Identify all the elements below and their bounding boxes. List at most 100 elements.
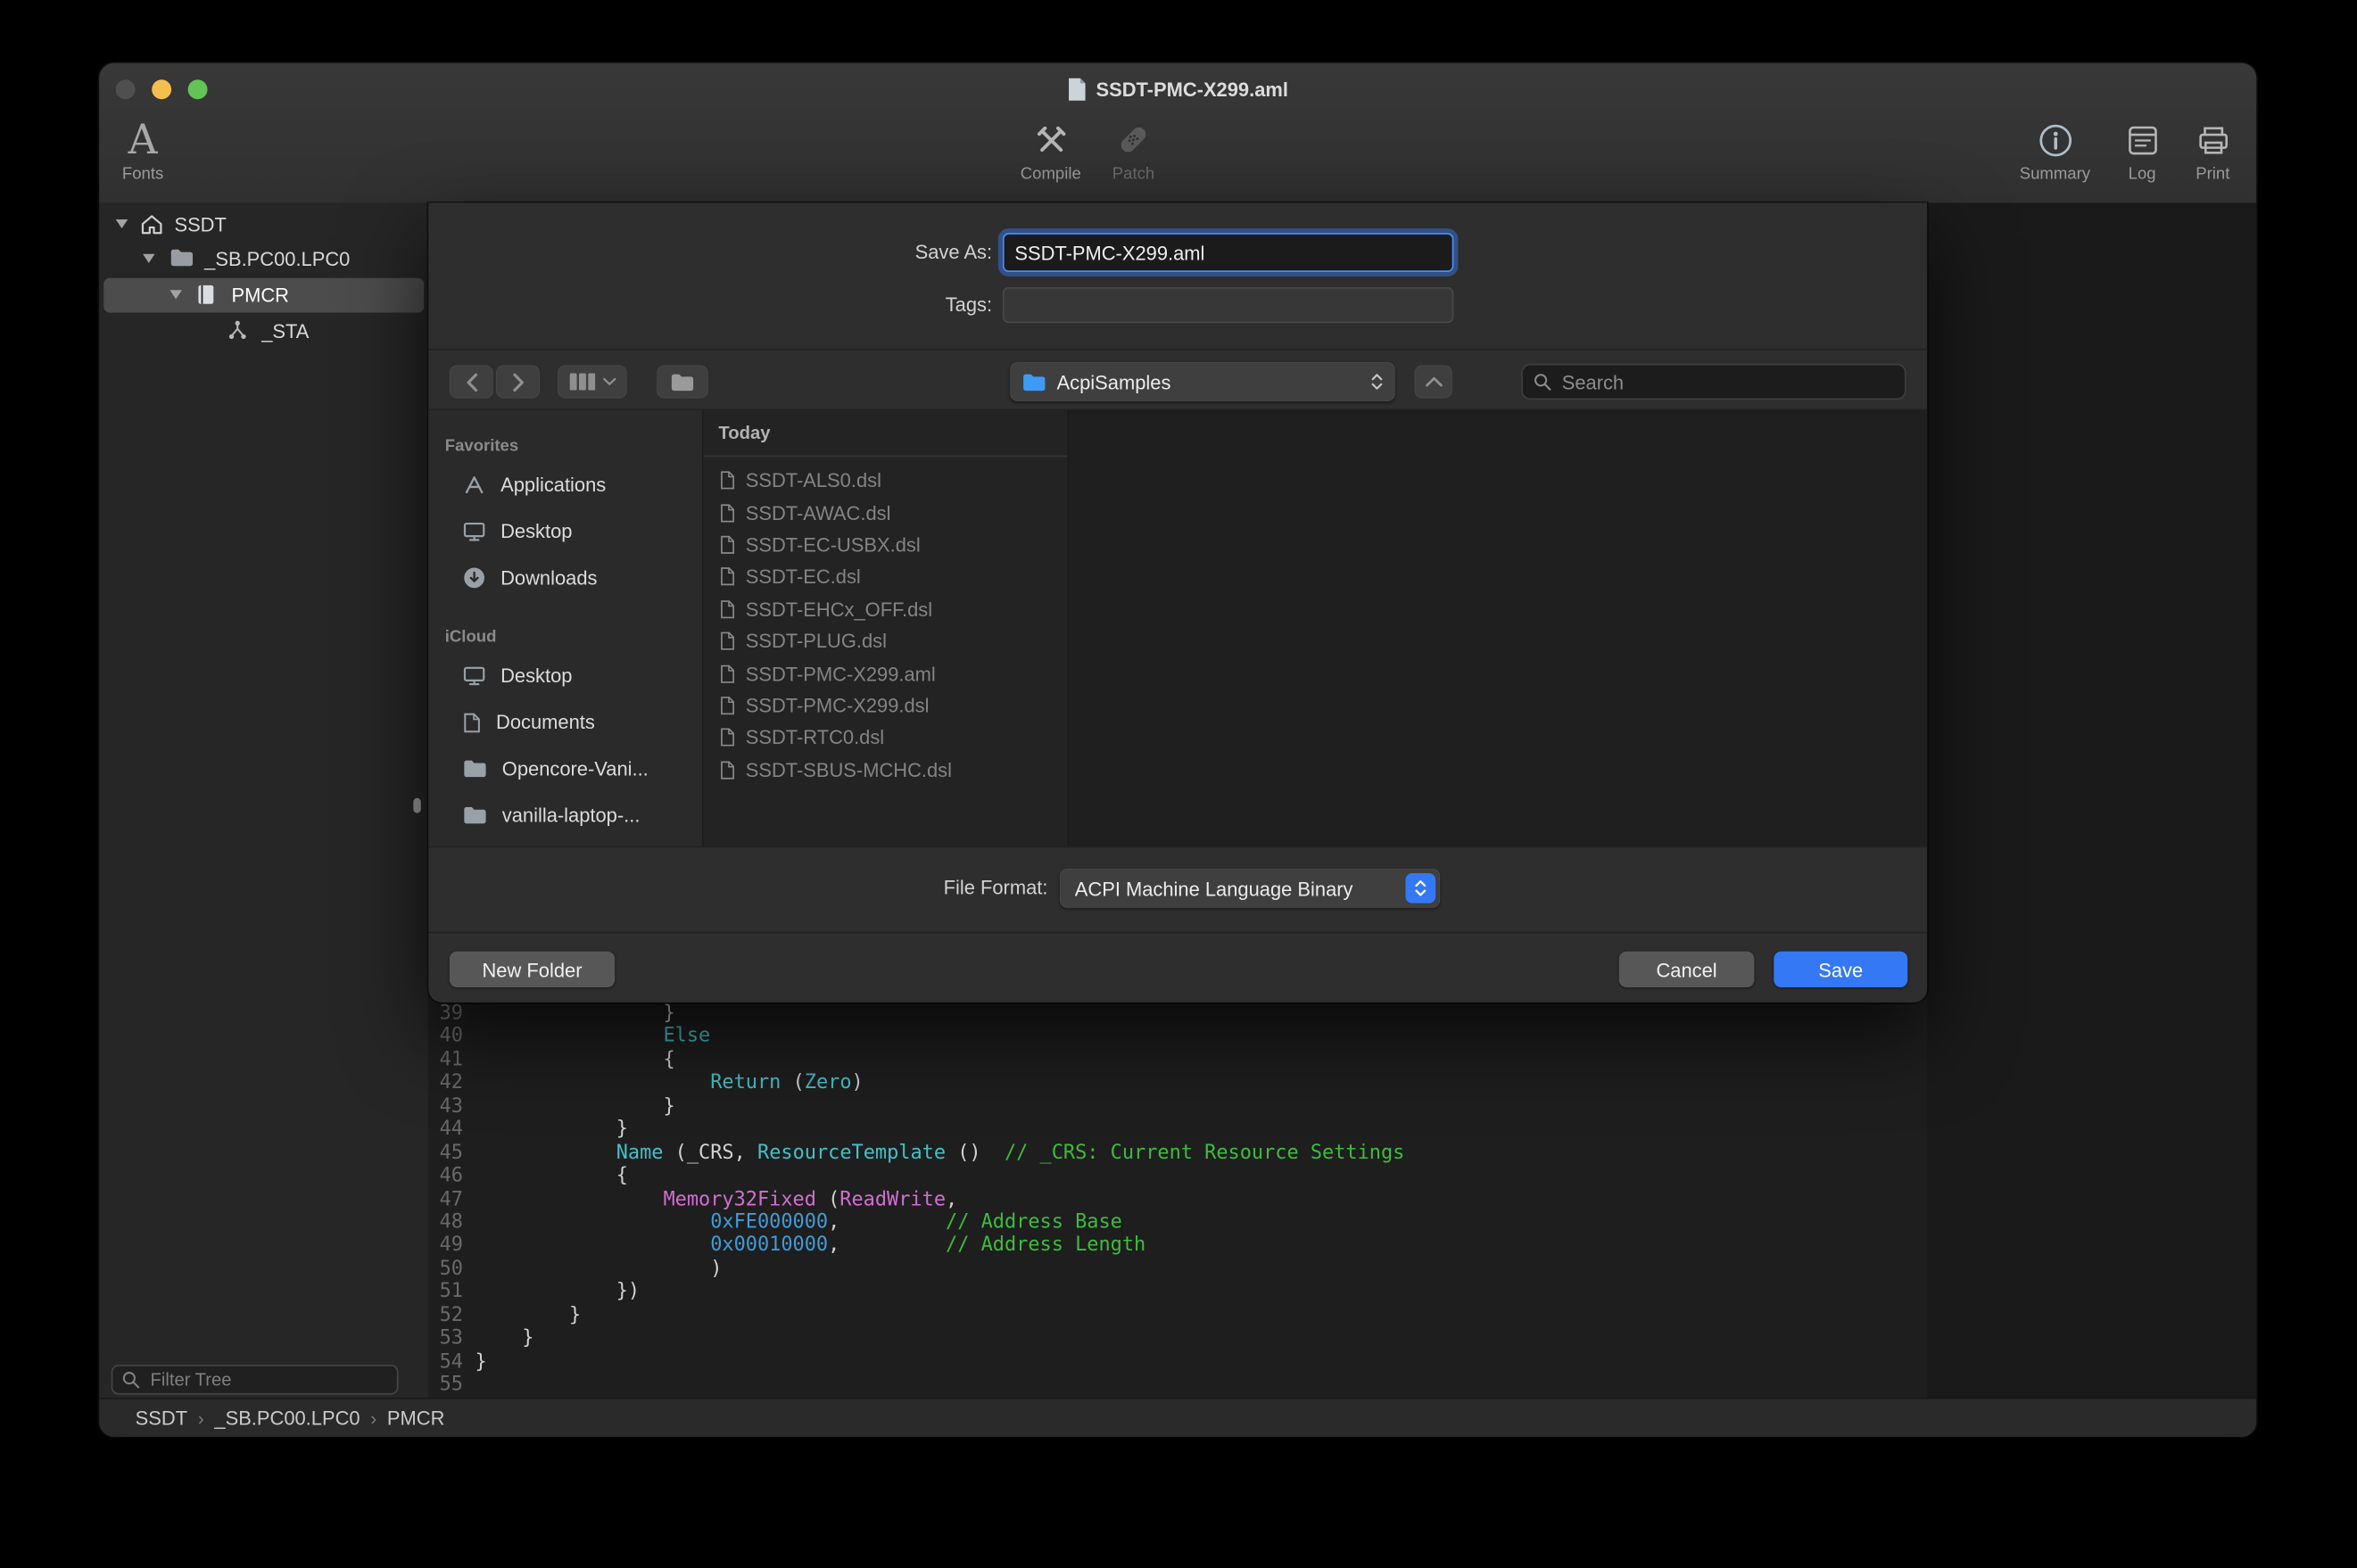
file-column: Today SSDT-ALS0.dslSSDT-AWAC.dslSSDT-EC-… — [704, 410, 1069, 846]
new-folder-button[interactable]: New Folder — [450, 952, 615, 987]
search-input[interactable] — [1559, 369, 1894, 395]
back-button[interactable] — [450, 365, 493, 398]
search-icon — [1534, 373, 1551, 391]
file-icon — [720, 599, 735, 619]
chevron-right-icon — [512, 372, 524, 392]
line-number: 45 — [428, 1142, 463, 1165]
tags-input[interactable] — [1003, 287, 1453, 323]
status-bar: SSDT›_SB.PC00.LPC0›PMCR — [99, 1398, 2256, 1437]
file-name: SSDT-RTC0.dsl — [746, 726, 884, 748]
filter-tree-field[interactable] — [112, 1365, 399, 1395]
toolbar-patch-button[interactable]: Patch — [1088, 117, 1178, 183]
file-name: SSDT-ALS0.dsl — [746, 469, 881, 491]
line-number: 40 — [428, 1026, 463, 1049]
forward-button[interactable] — [496, 365, 540, 398]
file-row[interactable]: SSDT-ALS0.dsl — [704, 465, 1068, 497]
patch-icon — [1115, 121, 1151, 157]
line-number: 55 — [428, 1374, 463, 1397]
sidebar-item-desktop[interactable]: Desktop — [428, 652, 702, 698]
toolbar-log-button[interactable]: Log — [2112, 117, 2171, 183]
tree-item-_sta[interactable]: _STA — [103, 314, 424, 349]
line-number: 51 — [428, 1281, 463, 1304]
code-line: 53 } — [428, 1327, 2256, 1350]
code-line: 46 { — [428, 1165, 2256, 1188]
file-format-dropdown[interactable]: ACPI Machine Language Binary — [1060, 869, 1440, 908]
location-value: AcpiSamples — [1057, 370, 1360, 392]
status-path: SSDT›_SB.PC00.LPC0›PMCR — [136, 1407, 445, 1429]
sidebar-item-desktop[interactable]: Desktop — [428, 508, 702, 555]
file-row[interactable]: SSDT-EC-USBX.dsl — [704, 529, 1068, 561]
sidebar-item-downloads[interactable]: Downloads — [428, 555, 702, 601]
document-icon — [1067, 78, 1087, 100]
updown-chevrons-icon — [1415, 878, 1427, 899]
code-line: 39 } — [428, 1003, 2256, 1026]
file-icon — [720, 664, 735, 683]
collapse-sheet-button[interactable] — [1415, 365, 1452, 398]
folder-icon — [463, 805, 487, 825]
toolbar-fonts-button[interactable]: A Fonts — [99, 117, 186, 183]
preview-pane — [1069, 410, 1927, 846]
sidebar-section-title: iCloud — [428, 619, 702, 652]
file-row[interactable]: SSDT-SBUS-MCHC.dsl — [704, 754, 1068, 786]
tree-item-ssdt[interactable]: SSDT — [103, 208, 424, 243]
tree-item-label: _SB.PC00.LPC0 — [204, 248, 350, 270]
cancel-button[interactable]: Cancel — [1619, 952, 1755, 987]
tree-item-pmcr[interactable]: PMCR — [103, 278, 424, 313]
file-row[interactable]: SSDT-AWAC.dsl — [704, 497, 1068, 529]
breadcrumb-item[interactable]: _SB.PC00.LPC0 — [214, 1407, 360, 1429]
method-icon — [227, 320, 248, 340]
file-row[interactable]: SSDT-EC.dsl — [704, 561, 1068, 593]
file-row[interactable]: SSDT-PMC-X299.dsl — [704, 689, 1068, 722]
desktop-icon — [463, 522, 485, 541]
filter-tree-input[interactable] — [147, 1367, 388, 1391]
code-text: { — [475, 1165, 627, 1188]
sidebar-item-vanilla-laptop-[interactable]: vanilla-laptop-... — [428, 792, 702, 838]
toolbar-patch-label: Patch — [1112, 165, 1154, 183]
device-icon — [197, 284, 215, 305]
search-field[interactable] — [1521, 364, 1906, 400]
window-title-area: SSDT-PMC-X299.aml — [99, 75, 2256, 102]
folder-button[interactable] — [657, 365, 707, 398]
chevron-down-icon — [602, 377, 616, 386]
tree-item-_sb.pc00.lpc0[interactable]: _SB.PC00.LPC0 — [103, 242, 424, 276]
save-button[interactable]: Save — [1774, 952, 1907, 987]
disclosure-triangle[interactable] — [143, 254, 154, 263]
view-mode-dropdown[interactable] — [558, 365, 627, 398]
search-icon — [121, 1371, 139, 1389]
compile-icon — [1032, 121, 1070, 159]
sidebar-item-opencore-vani-[interactable]: Opencore-Vani... — [428, 746, 702, 792]
location-dropdown[interactable]: AcpiSamples — [1010, 362, 1394, 401]
tags-label: Tags: — [729, 287, 992, 323]
folder-icon — [170, 248, 194, 268]
save-as-input[interactable] — [1003, 233, 1453, 272]
disclosure-triangle[interactable] — [170, 290, 181, 299]
code-text: }) — [475, 1281, 640, 1304]
divider — [428, 932, 1927, 934]
file-row[interactable]: SSDT-PMC-X299.aml — [704, 657, 1068, 689]
sidebar-item-label: Downloads — [500, 566, 597, 589]
disclosure-triangle[interactable] — [116, 219, 128, 228]
breadcrumb-item[interactable]: SSDT — [136, 1407, 187, 1429]
sidebar-item-documents[interactable]: Documents — [428, 699, 702, 746]
code-text: 0x00010000, // Address Length — [475, 1234, 1145, 1258]
toolbar-summary-button[interactable]: Summary — [1995, 117, 2115, 183]
file-row[interactable]: SSDT-RTC0.dsl — [704, 722, 1068, 754]
tree-item-label: _STA — [261, 320, 309, 342]
file-row[interactable]: SSDT-EHCx_OFF.dsl — [704, 593, 1068, 625]
sidebar-splitter-handle[interactable] — [413, 798, 420, 813]
sidebar-item-applications[interactable]: Applications — [428, 461, 702, 508]
line-number: 42 — [428, 1072, 463, 1095]
file-name: SSDT-PMC-X299.dsl — [746, 694, 930, 716]
code-line: 45 Name (_CRS, ResourceTemplate () // _C… — [428, 1142, 2256, 1165]
code-text: 0xFE000000, // Address Base — [475, 1211, 1121, 1234]
sidebar-item-label: Documents — [496, 711, 595, 733]
file-name: SSDT-EC.dsl — [746, 565, 861, 588]
code-text: Memory32Fixed (ReadWrite, — [475, 1188, 957, 1211]
desktop-icon — [463, 665, 485, 685]
breadcrumb-item[interactable]: PMCR — [387, 1407, 445, 1429]
file-row[interactable]: SSDT-PLUG.dsl — [704, 625, 1068, 657]
code-text: } — [475, 1350, 486, 1374]
toolbar-print-button[interactable]: Print — [2183, 117, 2243, 183]
code-line: 50 ) — [428, 1258, 2256, 1281]
code-text: Name (_CRS, ResourceTemplate () // _CRS:… — [475, 1142, 1404, 1165]
